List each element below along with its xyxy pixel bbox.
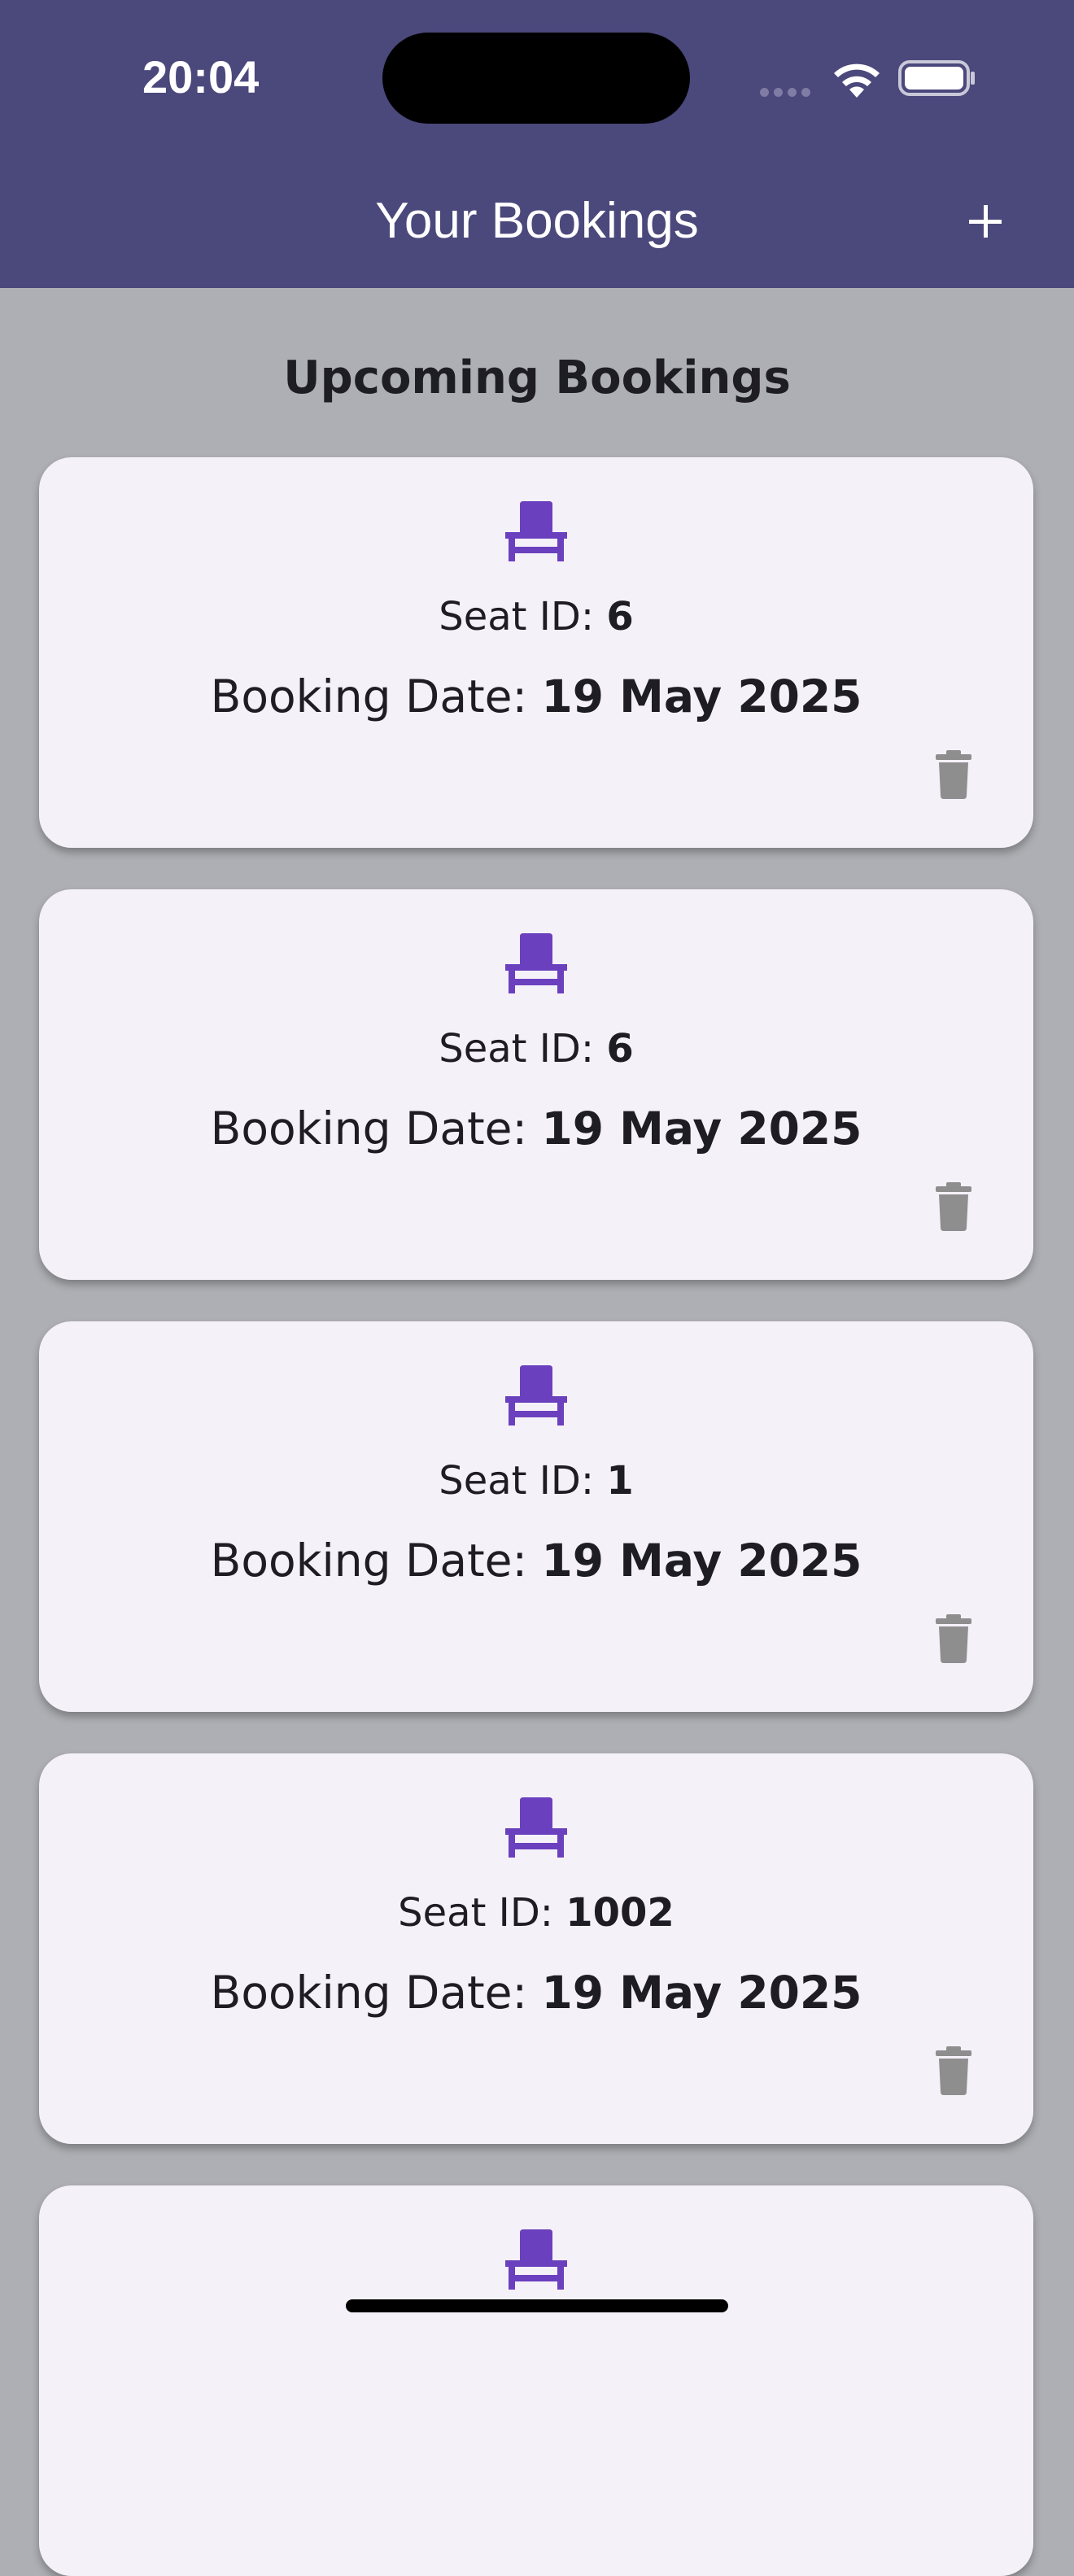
seat-id-value: 1 bbox=[606, 1458, 634, 1504]
booking-date-value: 19 May 2025 bbox=[541, 1967, 862, 2019]
seat-id-label: Seat ID: bbox=[439, 1026, 607, 1072]
booking-date-value: 19 May 2025 bbox=[541, 670, 862, 723]
seat-id-value: 6 bbox=[606, 1026, 634, 1072]
seat-id-value: 1002 bbox=[565, 1890, 675, 1936]
trash-icon bbox=[936, 1182, 971, 1231]
booking-date: Booking Date: 19 May 2025 bbox=[39, 1967, 1033, 2019]
wifi-icon bbox=[834, 63, 880, 98]
home-indicator bbox=[346, 2299, 728, 2312]
delete-booking-button[interactable] bbox=[932, 1614, 975, 1663]
battery-icon bbox=[898, 60, 975, 96]
delete-booking-button[interactable] bbox=[932, 750, 975, 799]
booking-date-label: Booking Date: bbox=[210, 1535, 542, 1587]
seat-id: Seat ID: 6 bbox=[39, 1026, 1033, 1072]
seat-id-label: Seat ID: bbox=[439, 1458, 607, 1504]
seat-id-label: Seat ID: bbox=[398, 1890, 566, 1936]
booking-date: Booking Date: 19 May 2025 bbox=[39, 1535, 1033, 1587]
booking-date-label: Booking Date: bbox=[210, 1967, 542, 2019]
add-booking-button[interactable] bbox=[957, 192, 1015, 251]
seat-icon bbox=[505, 1365, 567, 1426]
dynamic-island bbox=[382, 33, 690, 124]
booking-card[interactable]: Seat ID: 1002 Booking Date: 19 May 2025 bbox=[39, 1753, 1033, 2144]
trash-icon bbox=[936, 2046, 971, 2095]
trash-icon bbox=[936, 1614, 971, 1663]
booking-card[interactable]: Seat ID: 6 Booking Date: 19 May 2025 bbox=[39, 457, 1033, 848]
booking-date: Booking Date: 19 May 2025 bbox=[39, 1102, 1033, 1155]
booking-card[interactable]: Seat ID: 1 Booking Date: 19 May 2025 bbox=[39, 1321, 1033, 1712]
seat-icon bbox=[505, 2229, 567, 2290]
booking-date-label: Booking Date: bbox=[210, 670, 542, 723]
app-bar: 20:04 Your Bookings bbox=[0, 0, 1074, 288]
booking-date: Booking Date: 19 May 2025 bbox=[39, 670, 1033, 723]
plus-icon bbox=[969, 205, 1002, 238]
delete-booking-button[interactable] bbox=[932, 1182, 975, 1231]
section-title: Upcoming Bookings bbox=[283, 351, 791, 404]
seat-icon bbox=[505, 501, 567, 561]
booking-date-value: 19 May 2025 bbox=[541, 1102, 862, 1155]
cellular-signal-icon bbox=[760, 85, 815, 100]
status-time: 20:04 bbox=[142, 51, 260, 103]
booking-date-value: 19 May 2025 bbox=[541, 1535, 862, 1587]
trash-icon bbox=[936, 750, 971, 799]
booking-card[interactable] bbox=[39, 2185, 1033, 2576]
delete-booking-button[interactable] bbox=[932, 2046, 975, 2095]
seat-id: Seat ID: 1 bbox=[39, 1458, 1033, 1504]
seat-icon bbox=[505, 1797, 567, 1858]
booking-date-label: Booking Date: bbox=[210, 1102, 542, 1155]
seat-id-label: Seat ID: bbox=[439, 594, 607, 640]
page-title: Your Bookings bbox=[375, 193, 699, 249]
seat-id: Seat ID: 6 bbox=[39, 594, 1033, 640]
seat-id-value: 6 bbox=[606, 594, 634, 640]
seat-id: Seat ID: 1002 bbox=[39, 1890, 1033, 1936]
seat-icon bbox=[505, 933, 567, 993]
booking-card[interactable]: Seat ID: 6 Booking Date: 19 May 2025 bbox=[39, 889, 1033, 1280]
